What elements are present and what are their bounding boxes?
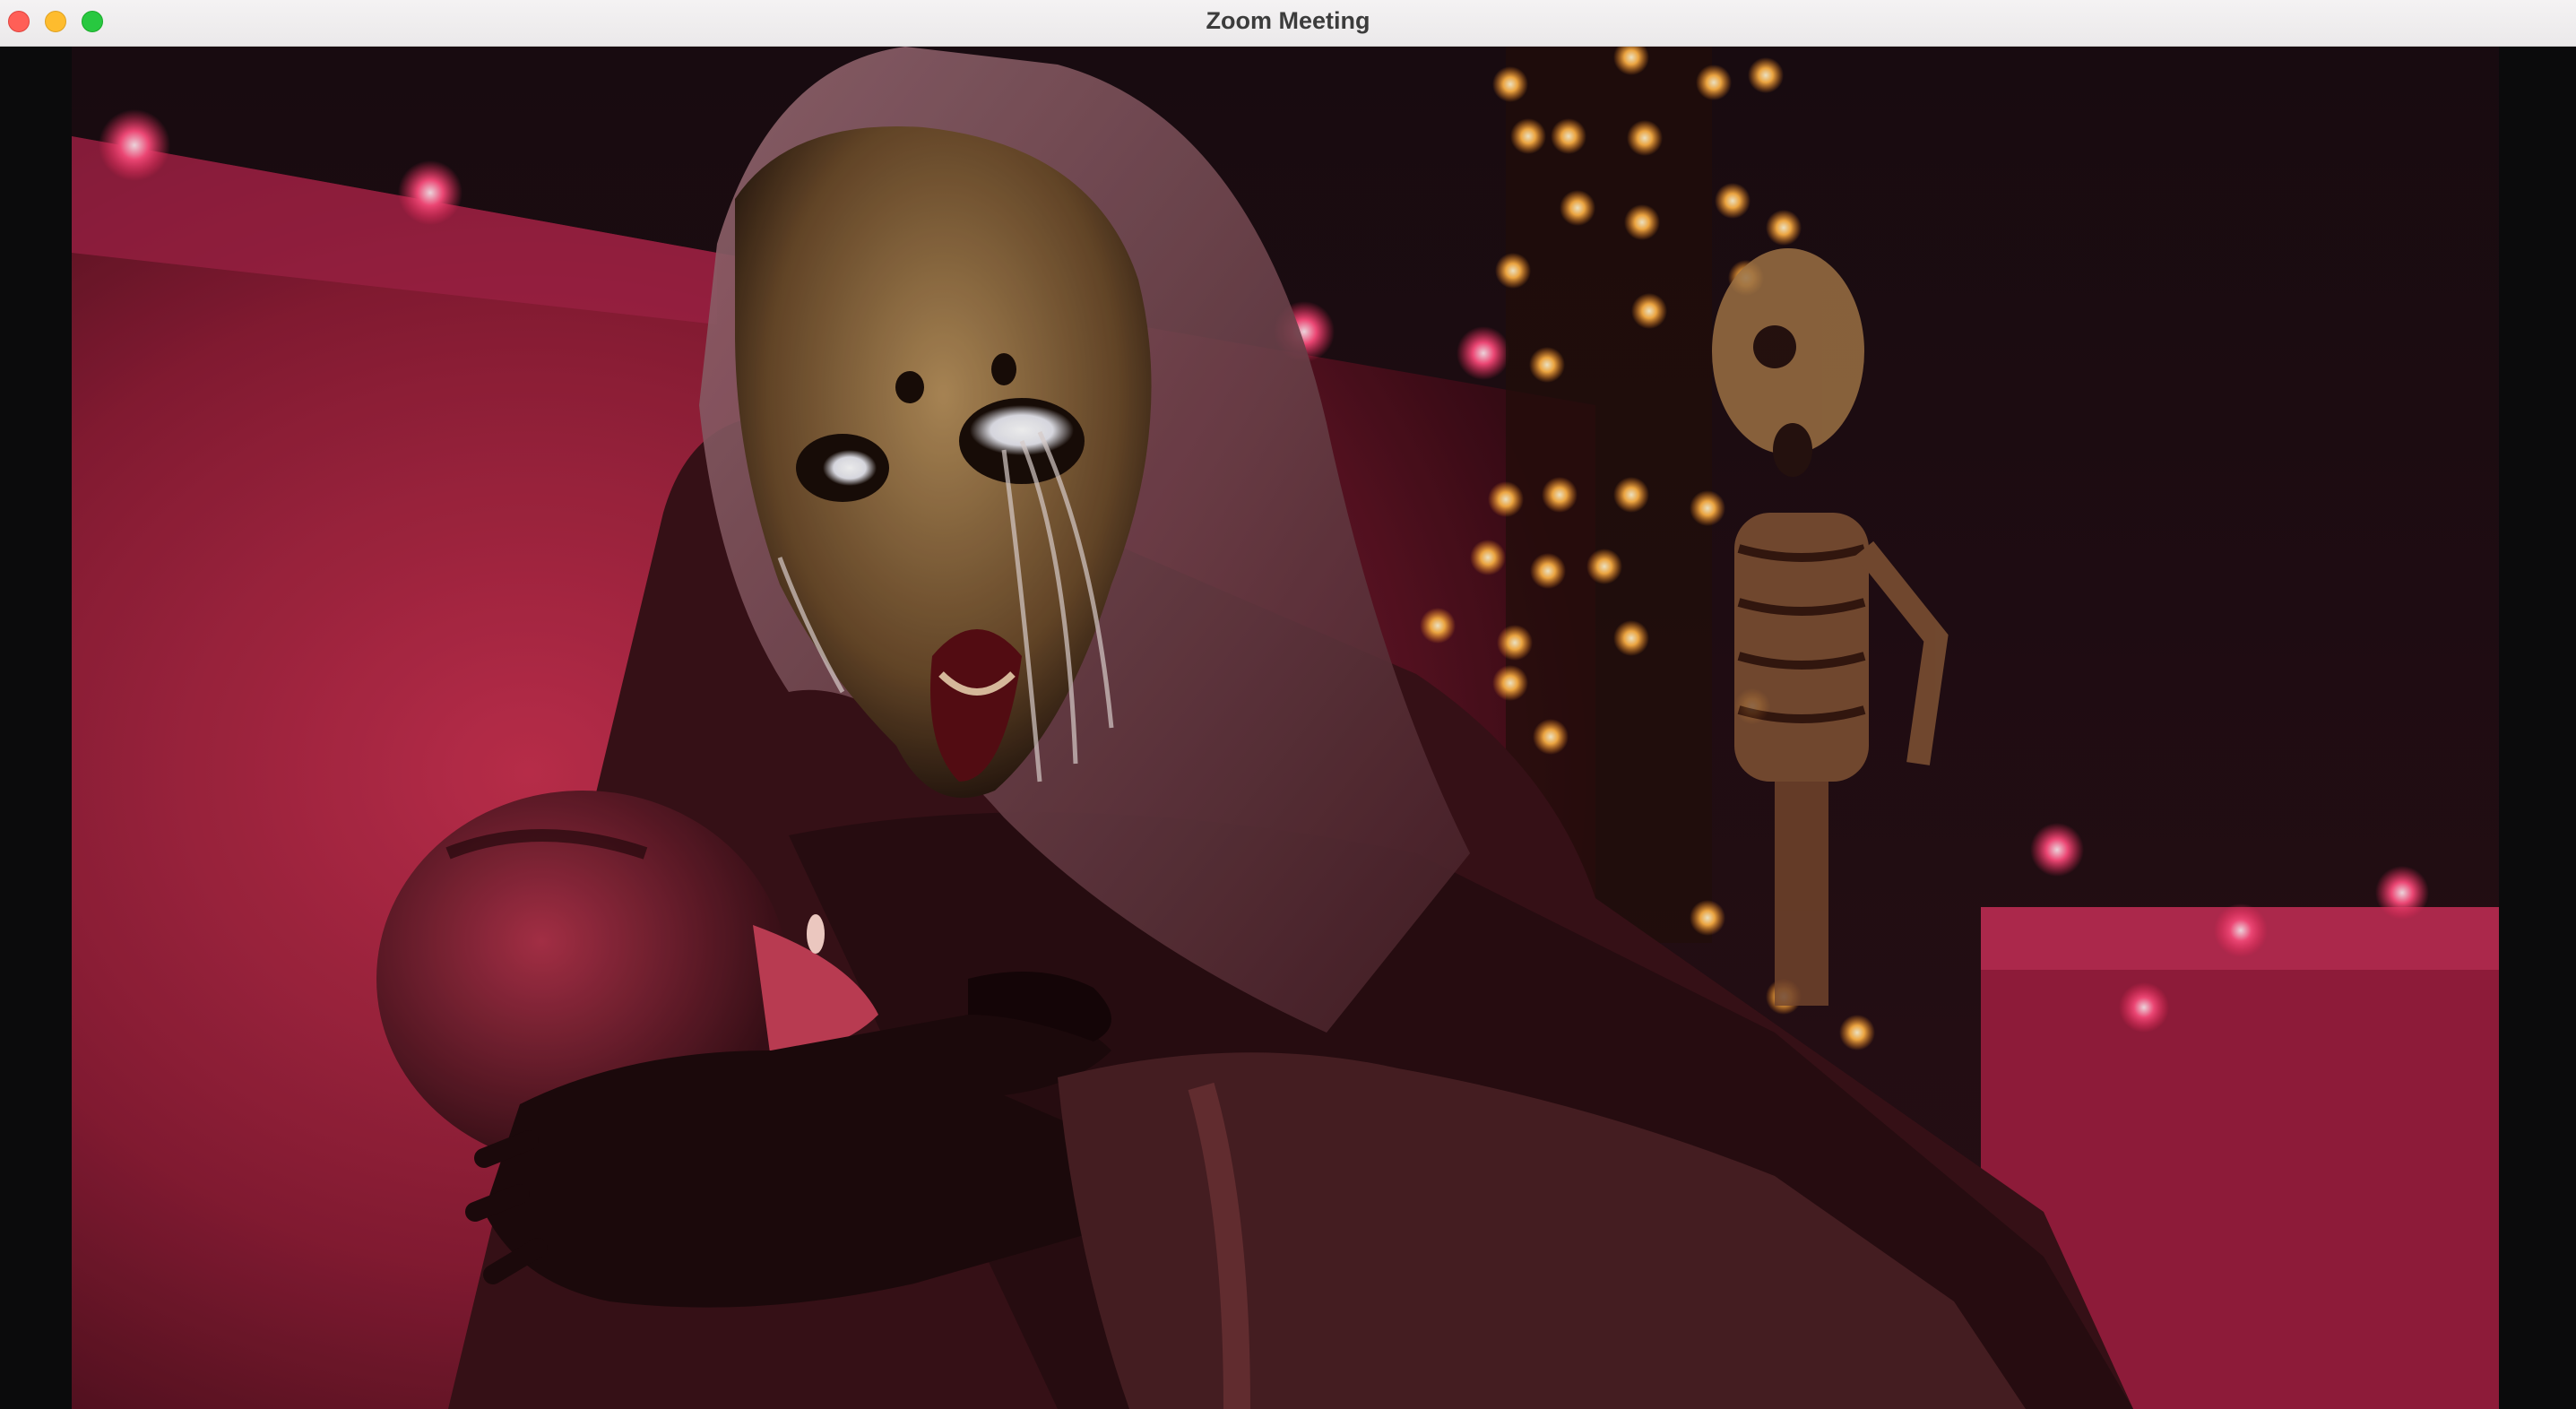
participant-video[interactable] — [72, 47, 2499, 1409]
video-area — [0, 47, 2576, 1409]
title-bar[interactable]: Zoom Meeting — [0, 0, 2576, 47]
video-frame-image — [72, 47, 2499, 1409]
zoom-meeting-window: Zoom Meeting — [0, 0, 2576, 1409]
window-title: Zoom Meeting — [1206, 7, 1370, 34]
